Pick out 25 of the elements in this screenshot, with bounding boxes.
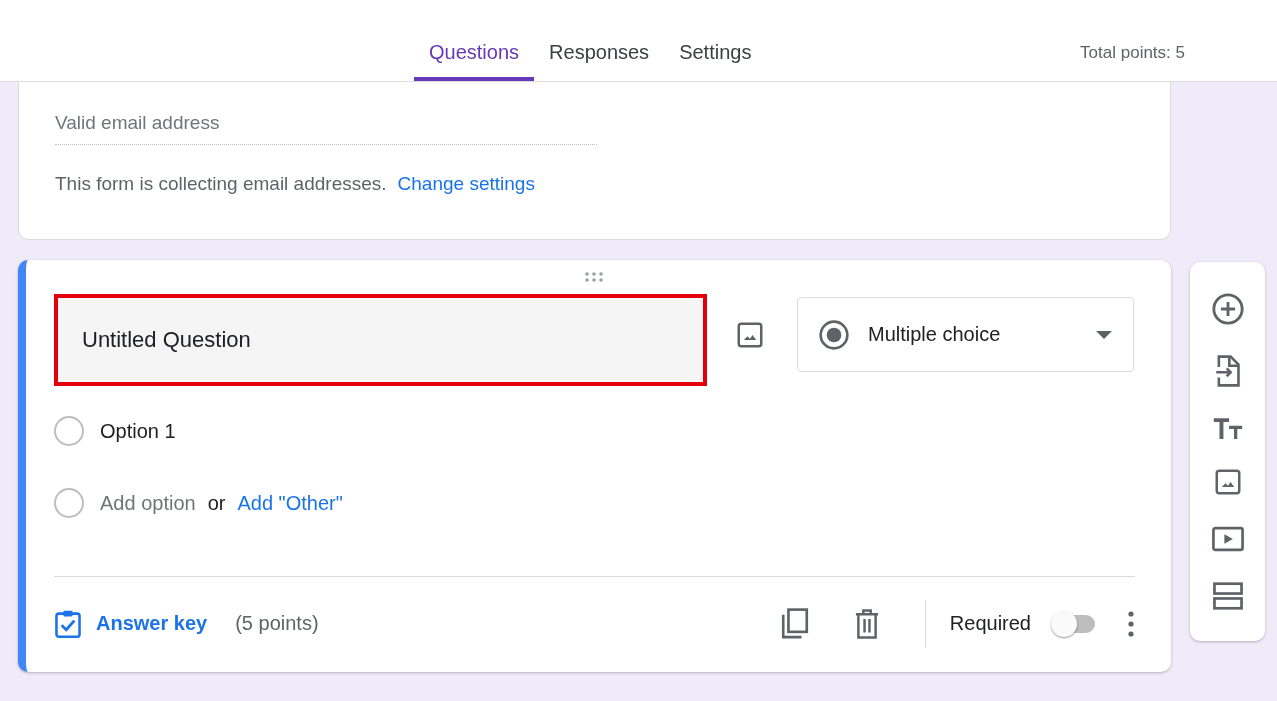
question-title-field[interactable]: Untitled Question xyxy=(54,294,707,386)
image-icon[interactable] xyxy=(735,320,765,350)
total-points: Total points: 5 xyxy=(1080,43,1185,63)
clipboard-check-icon xyxy=(54,608,82,639)
or-text: or xyxy=(207,491,226,515)
tab[interactable]: Responses xyxy=(534,1,665,81)
notice-text: This form is collecting email addresses. xyxy=(55,173,387,195)
tab[interactable]: Settings xyxy=(664,1,767,81)
add-other-link[interactable]: Add "Other" xyxy=(237,491,343,515)
radio-selected-icon xyxy=(818,318,850,351)
radio-button[interactable] xyxy=(54,488,84,518)
section-icon[interactable] xyxy=(1211,581,1244,612)
title-text-icon[interactable] xyxy=(1211,415,1244,440)
more-icon[interactable] xyxy=(1127,610,1135,637)
add-circle-icon[interactable] xyxy=(1210,291,1245,326)
caret-icon xyxy=(1095,329,1113,340)
video-icon[interactable] xyxy=(1210,525,1245,554)
question-type-dropdown[interactable]: Multiple choice xyxy=(797,297,1134,372)
radio-button[interactable] xyxy=(54,416,84,446)
add-option-label[interactable]: Add option xyxy=(100,491,196,515)
answer-key-button[interactable]: Answer key xyxy=(54,608,208,639)
option-label[interactable]: Option 1 xyxy=(100,419,176,443)
change-settings-link[interactable]: Change settings xyxy=(397,173,535,195)
points-text: (5 points) xyxy=(235,612,319,635)
required-label: Required xyxy=(949,612,1031,635)
